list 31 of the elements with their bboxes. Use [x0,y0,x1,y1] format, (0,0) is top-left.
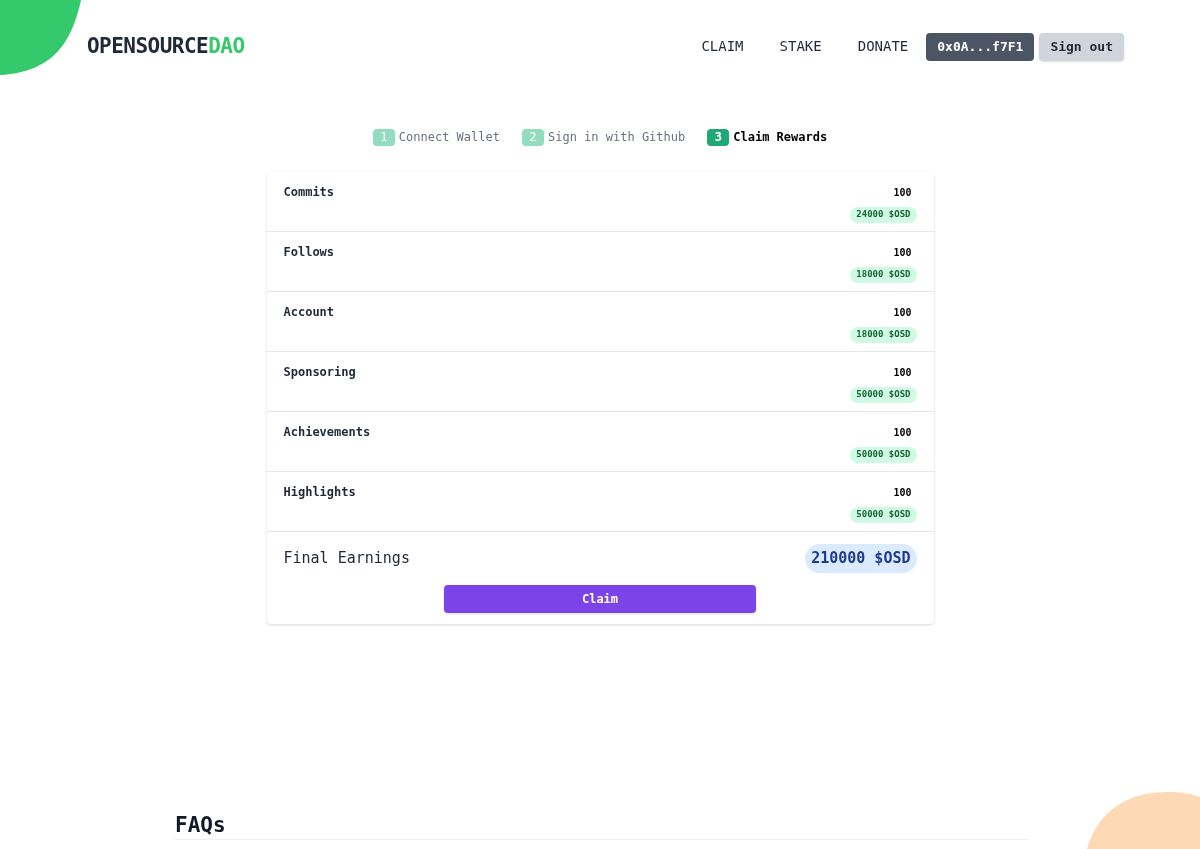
reward-category: Highlights [283,484,356,501]
reward-amount: 50000 $OSD [850,507,917,523]
nav-link[interactable]: DONATE [839,28,927,65]
wallet-address-button[interactable]: 0x0A...f7F1 [926,32,1035,61]
sign-out-button[interactable]: Sign out [1039,32,1124,61]
reward-category: Sponsoring [283,364,356,381]
reward-count: 100 [893,186,912,200]
reward-amount: 50000 $OSD [850,447,917,463]
faqs-heading: FAQs [175,812,227,838]
reward-category: Commits [283,184,335,201]
final-earnings-amount: 210000 $OSD [805,544,917,573]
reward-count: 100 [893,426,912,440]
reward-count: 100 [893,486,912,500]
reward-amount: 50000 $OSD [850,387,917,403]
reward-count: 100 [893,246,912,260]
logo[interactable]: OPENSOURCEDAO [87,30,245,63]
claim-button[interactable]: Claim [444,584,756,613]
reward-category: Achievements [283,424,371,441]
reward-amount: 24000 $OSD [850,207,917,223]
reward-amount: 18000 $OSD [850,327,917,343]
final-earnings-label: Final Earnings [283,548,410,569]
step-indicator: 1 Connect Wallet [372,128,500,146]
reward-category: Follows [283,244,335,261]
reward-count: 100 [893,306,912,320]
nav-link[interactable]: CLAIM [683,28,762,65]
nav-link[interactable]: STAKE [761,28,840,65]
step-indicator: 3 Claim Rewards [707,128,828,146]
step-indicator: 2 Sign in with Github [521,128,686,146]
reward-amount: 18000 $OSD [850,267,917,283]
reward-category: Account [283,304,335,321]
reward-count: 100 [893,366,912,380]
